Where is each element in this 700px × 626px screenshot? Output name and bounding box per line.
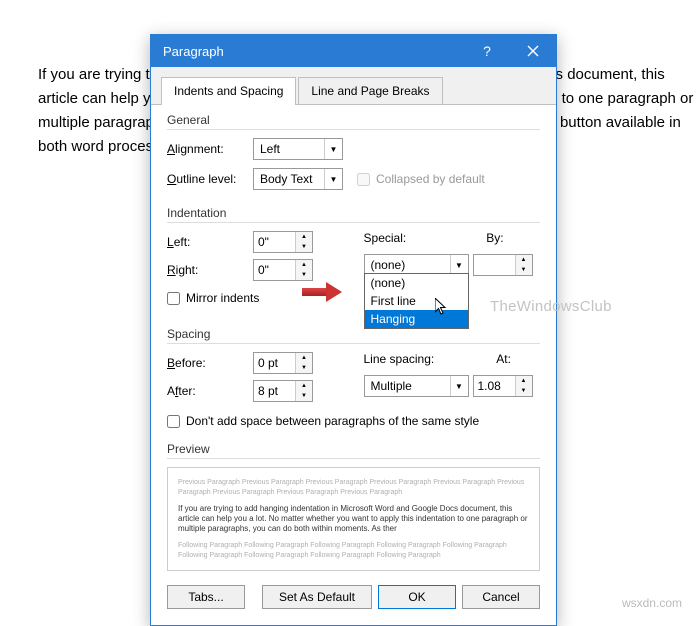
tab-strip: Indents and Spacing Line and Page Breaks	[151, 67, 556, 105]
watermark-text: TheWindowsClub	[490, 298, 612, 315]
by-spinner[interactable]: ▲▼	[473, 254, 533, 276]
up-icon[interactable]: ▲	[296, 381, 312, 391]
by-input[interactable]	[474, 255, 515, 275]
left-label: Left:	[167, 235, 249, 249]
preview-before: Previous Paragraph Previous Paragraph Pr…	[178, 478, 529, 498]
close-button[interactable]	[510, 35, 556, 67]
button-row: Tabs... Set As Default OK Cancel	[167, 585, 540, 609]
no-add-space-label: Don't add space between paragraphs of th…	[186, 414, 479, 428]
down-icon[interactable]: ▼	[296, 242, 312, 252]
collapsed-label: Collapsed by default	[376, 172, 485, 186]
up-icon[interactable]: ▲	[296, 353, 312, 363]
down-icon[interactable]: ▼	[516, 265, 532, 275]
before-label: Before:	[167, 356, 249, 370]
up-icon[interactable]: ▲	[296, 260, 312, 270]
spacing-group: Spacing Before: ▲▼ After: ▲▼	[167, 327, 540, 428]
source-watermark: wsxdn.com	[622, 596, 682, 610]
general-group: General Alignment: Left ▼ Outline level:…	[167, 113, 540, 192]
no-add-space-input[interactable]	[167, 415, 180, 428]
alignment-select[interactable]: Left ▼	[253, 138, 343, 160]
arrow-annotation	[302, 288, 326, 296]
down-icon[interactable]: ▼	[296, 363, 312, 373]
at-input[interactable]	[474, 376, 515, 396]
no-add-space-checkbox[interactable]: Don't add space between paragraphs of th…	[167, 414, 540, 428]
at-spinner[interactable]: ▲▼	[473, 375, 533, 397]
before-spinner[interactable]: ▲▼	[253, 352, 313, 374]
left-input[interactable]	[254, 232, 295, 252]
cancel-button[interactable]: Cancel	[462, 585, 540, 609]
tab-indents-spacing[interactable]: Indents and Spacing	[161, 77, 296, 104]
left-spinner[interactable]: ▲▼	[253, 231, 313, 253]
special-label: Special:	[364, 231, 407, 245]
right-spinner[interactable]: ▲▼	[253, 259, 313, 281]
titlebar: Paragraph ?	[151, 35, 556, 67]
after-spinner[interactable]: ▲▼	[253, 380, 313, 402]
down-icon[interactable]: ▼	[296, 270, 312, 280]
before-input[interactable]	[254, 353, 295, 373]
tab-line-page-breaks[interactable]: Line and Page Breaks	[298, 77, 442, 104]
help-button[interactable]: ?	[464, 35, 510, 67]
special-value: (none)	[365, 258, 450, 272]
chevron-down-icon: ▼	[450, 376, 468, 396]
alignment-value: Left	[254, 142, 324, 156]
special-option-firstline[interactable]: First line	[365, 292, 468, 310]
special-option-none[interactable]: (none)	[365, 274, 468, 292]
line-spacing-value: Multiple	[365, 379, 450, 393]
at-label: At:	[496, 352, 511, 366]
up-icon[interactable]: ▲	[516, 376, 532, 386]
outline-value: Body Text	[254, 172, 324, 186]
mirror-input[interactable]	[167, 292, 180, 305]
chevron-down-icon: ▼	[324, 169, 342, 189]
special-option-hanging[interactable]: Hanging	[365, 310, 468, 328]
chevron-down-icon: ▼	[324, 139, 342, 159]
collapsed-input	[357, 173, 370, 186]
collapsed-checkbox: Collapsed by default	[357, 172, 485, 186]
spacing-title: Spacing	[167, 327, 540, 344]
line-spacing-select[interactable]: Multiple ▼	[364, 375, 469, 397]
line-spacing-label: Line spacing:	[364, 352, 435, 366]
mirror-checkbox[interactable]: Mirror indents	[167, 291, 540, 305]
preview-main: If you are trying to add hanging indenta…	[178, 504, 529, 535]
right-input[interactable]	[254, 260, 295, 280]
preview-group: Preview Previous Paragraph Previous Para…	[167, 442, 540, 571]
cursor-icon	[435, 298, 449, 320]
by-label: By:	[486, 231, 503, 245]
right-label: Right:	[167, 263, 249, 277]
outline-label: Outline level:	[167, 172, 249, 186]
indentation-title: Indentation	[167, 206, 540, 223]
outline-select[interactable]: Body Text ▼	[253, 168, 343, 190]
special-dropdown[interactable]: (none) First line Hanging	[364, 273, 469, 329]
down-icon[interactable]: ▼	[296, 391, 312, 401]
general-title: General	[167, 113, 540, 130]
after-input[interactable]	[254, 381, 295, 401]
up-icon[interactable]: ▲	[296, 232, 312, 242]
alignment-label: Alignment:	[167, 142, 249, 156]
dialog-title: Paragraph	[163, 44, 224, 59]
paragraph-dialog: Paragraph ? Indents and Spacing Line and…	[150, 34, 557, 626]
after-label: After:	[167, 384, 249, 398]
tabs-button[interactable]: Tabs...	[167, 585, 245, 609]
close-icon	[527, 45, 539, 57]
up-icon[interactable]: ▲	[516, 255, 532, 265]
chevron-down-icon: ▼	[450, 255, 468, 275]
preview-title: Preview	[167, 442, 540, 459]
mirror-label: Mirror indents	[186, 291, 259, 305]
preview-after: Following Paragraph Following Paragraph …	[178, 541, 529, 561]
ok-button[interactable]: OK	[378, 585, 456, 609]
down-icon[interactable]: ▼	[516, 386, 532, 396]
set-default-button[interactable]: Set As Default	[262, 585, 372, 609]
indentation-group: Indentation Left: ▲▼ Right: ▲▼	[167, 206, 540, 305]
preview-box: Previous Paragraph Previous Paragraph Pr…	[167, 467, 540, 571]
